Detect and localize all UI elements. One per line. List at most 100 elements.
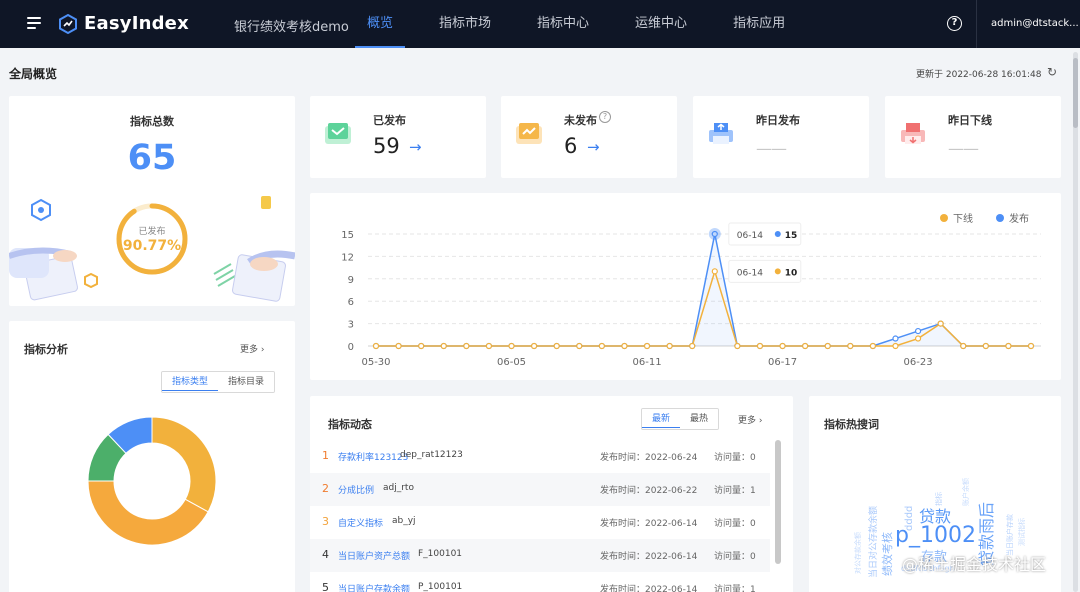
card-title: 指标动态 [328, 418, 372, 431]
help-icon[interactable]: ? [947, 16, 962, 31]
dynamics-tab-group: 最新 最热 [641, 408, 720, 430]
help-circle-icon[interactable]: ? [599, 111, 611, 123]
hot-word[interactable]: dddd [904, 506, 915, 531]
table-row[interactable]: 1 存款利率123123 dep_rat12123 发布时间：2022-06-24 访问… [310, 440, 770, 473]
row-rank: 2 [322, 482, 329, 495]
tooltip-date: 06-14 [737, 268, 763, 278]
hot-word[interactable]: 贷款 [919, 503, 951, 527]
nav-overview[interactable]: 概览 [355, 0, 406, 48]
index-code: adj_rto [383, 483, 414, 493]
nav-index-app[interactable]: 指标应用 [721, 0, 797, 48]
data-point [734, 342, 741, 350]
printer-publish-icon [709, 123, 733, 144]
row-rank: 5 [322, 581, 329, 592]
hot-word[interactable]: 账户余额 [961, 478, 971, 506]
refresh-icon[interactable]: ↻ [1047, 65, 1057, 79]
tab-index-type[interactable]: 指标类型 [162, 372, 220, 391]
analysis-tab-group: 指标类型 指标目录 [161, 371, 276, 393]
publish-time: 发布时间：2022-06-14 [600, 552, 698, 562]
index-name-link[interactable]: 当日账户资产总额 [338, 549, 410, 562]
main-nav: 概览 指标市场 指标中心 运维中心 指标应用 [355, 0, 819, 48]
tooltip-value: 15 [785, 231, 798, 241]
project-selector[interactable]: 银行绩效考核demo [234, 16, 349, 35]
stat-value: —— [948, 139, 979, 158]
data-point [598, 342, 605, 350]
y-tick-label: 12 [341, 252, 354, 263]
data-point [418, 342, 425, 350]
printer-offline-icon [901, 123, 925, 144]
chevron-right-icon: › [758, 416, 763, 426]
coin-icon [261, 196, 271, 209]
data-point [553, 342, 560, 350]
data-point [395, 342, 402, 350]
hot-word[interactable]: 当日账户存款 [1005, 514, 1015, 556]
data-point [779, 342, 786, 350]
data-point [982, 342, 989, 350]
visit-count: 访问量：0 [714, 519, 756, 529]
tooltip-value: 10 [785, 268, 798, 278]
gear-hex-icon [31, 198, 51, 222]
hot-word[interactable]: 绩效考核 [879, 532, 895, 576]
index-name-link[interactable]: 分成比例 [338, 483, 374, 496]
hot-word[interactable]: 对公存款余额 [853, 532, 863, 574]
data-point [531, 342, 538, 350]
y-tick-label: 3 [348, 320, 354, 331]
table-row[interactable]: 3 自定义指标 ab_yj 发布时间：2022-06-14 访问量：0 [310, 506, 770, 539]
index-name-link[interactable]: 存款利率123123 [338, 450, 408, 463]
y-tick-label: 15 [341, 230, 354, 241]
list-scrollbar[interactable] [775, 440, 781, 564]
stat-label: 昨日下线 [948, 114, 992, 127]
x-tick-label: 06-11 [633, 357, 662, 368]
y-tick-label: 6 [348, 297, 354, 308]
stat-card-published[interactable]: 已发布 59 → [310, 96, 486, 178]
publish-time: 发布时间：2022-06-22 [600, 486, 698, 496]
data-point [914, 327, 922, 335]
index-name-link[interactable]: 自定义指标 [338, 516, 383, 529]
table-row[interactable]: 2 分成比例 adj_rto 发布时间：2022-06-22 访问量：1 [310, 473, 770, 506]
brand-name: EasyIndex [84, 13, 189, 34]
hot-word[interactable]: 当日对公存款余额 [866, 506, 879, 578]
data-point [892, 335, 899, 342]
y-tick-label: 0 [348, 342, 354, 353]
tab-latest[interactable]: 最新 [642, 409, 682, 428]
nav-index-center[interactable]: 指标中心 [525, 0, 601, 48]
nav-ops-center[interactable]: 运维中心 [623, 0, 699, 48]
card-title: 指标热搜词 [824, 418, 879, 431]
tooltip-date: 06-14 [737, 231, 763, 241]
index-code: F_100101 [418, 549, 463, 559]
data-point [892, 342, 899, 350]
data-point [869, 342, 876, 350]
page-scrollbar[interactable] [1073, 52, 1078, 592]
table-row[interactable]: 5 当日账户存款余额 P_100101 发布时间：2022-06-14 访问量：1 [310, 572, 770, 592]
user-account[interactable]: admin@dtstack... [991, 18, 1079, 29]
publish-trend-chart-card: 下线 发布 0 3 6 9 12 15 05-30 06-05 06-11 06-17 06-23 0… [310, 193, 1061, 380]
index-code: P_100101 [418, 582, 463, 592]
total-index-card: 指标总数 65 已发布 90.77% [9, 96, 295, 306]
tab-index-catalog[interactable]: 指标目录 [218, 372, 275, 392]
stat-card-yesterday-offline: 昨日下线 —— [885, 96, 1061, 178]
arrow-right-icon[interactable]: → [409, 138, 422, 156]
donut-slice[interactable] [151, 416, 217, 513]
published-icon [325, 123, 351, 144]
data-point [485, 342, 493, 350]
table-row[interactable]: 4 当日账户资产总额 F_100101 发布时间：2022-06-14 访问量：0 [310, 539, 770, 572]
menu-icon[interactable] [27, 17, 41, 29]
data-point [1027, 342, 1035, 350]
stat-card-unpublished[interactable]: 未发布 ? 6 → [501, 96, 677, 178]
x-tick-label: 06-17 [768, 357, 797, 368]
stat-value: —— [756, 139, 787, 158]
data-point [666, 342, 673, 350]
hot-word[interactable]: 测试指标 [1017, 518, 1027, 546]
arrow-right-icon[interactable]: → [587, 138, 600, 156]
index-name-link[interactable]: 当日账户存款余额 [338, 582, 410, 592]
tab-hottest[interactable]: 最热 [680, 409, 719, 429]
publish-time: 发布时间：2022-06-14 [600, 519, 698, 529]
scrollbar-thumb[interactable] [1073, 58, 1078, 128]
hands-keyboard-illustration [9, 196, 295, 302]
row-rank: 4 [322, 548, 329, 561]
more-link[interactable]: 更多 › [738, 413, 763, 426]
nav-market[interactable]: 指标市场 [427, 0, 503, 48]
more-link[interactable]: 更多 › [240, 342, 265, 355]
hot-word[interactable]: 指标 [934, 492, 944, 506]
stat-label: 昨日发布 [756, 114, 800, 127]
